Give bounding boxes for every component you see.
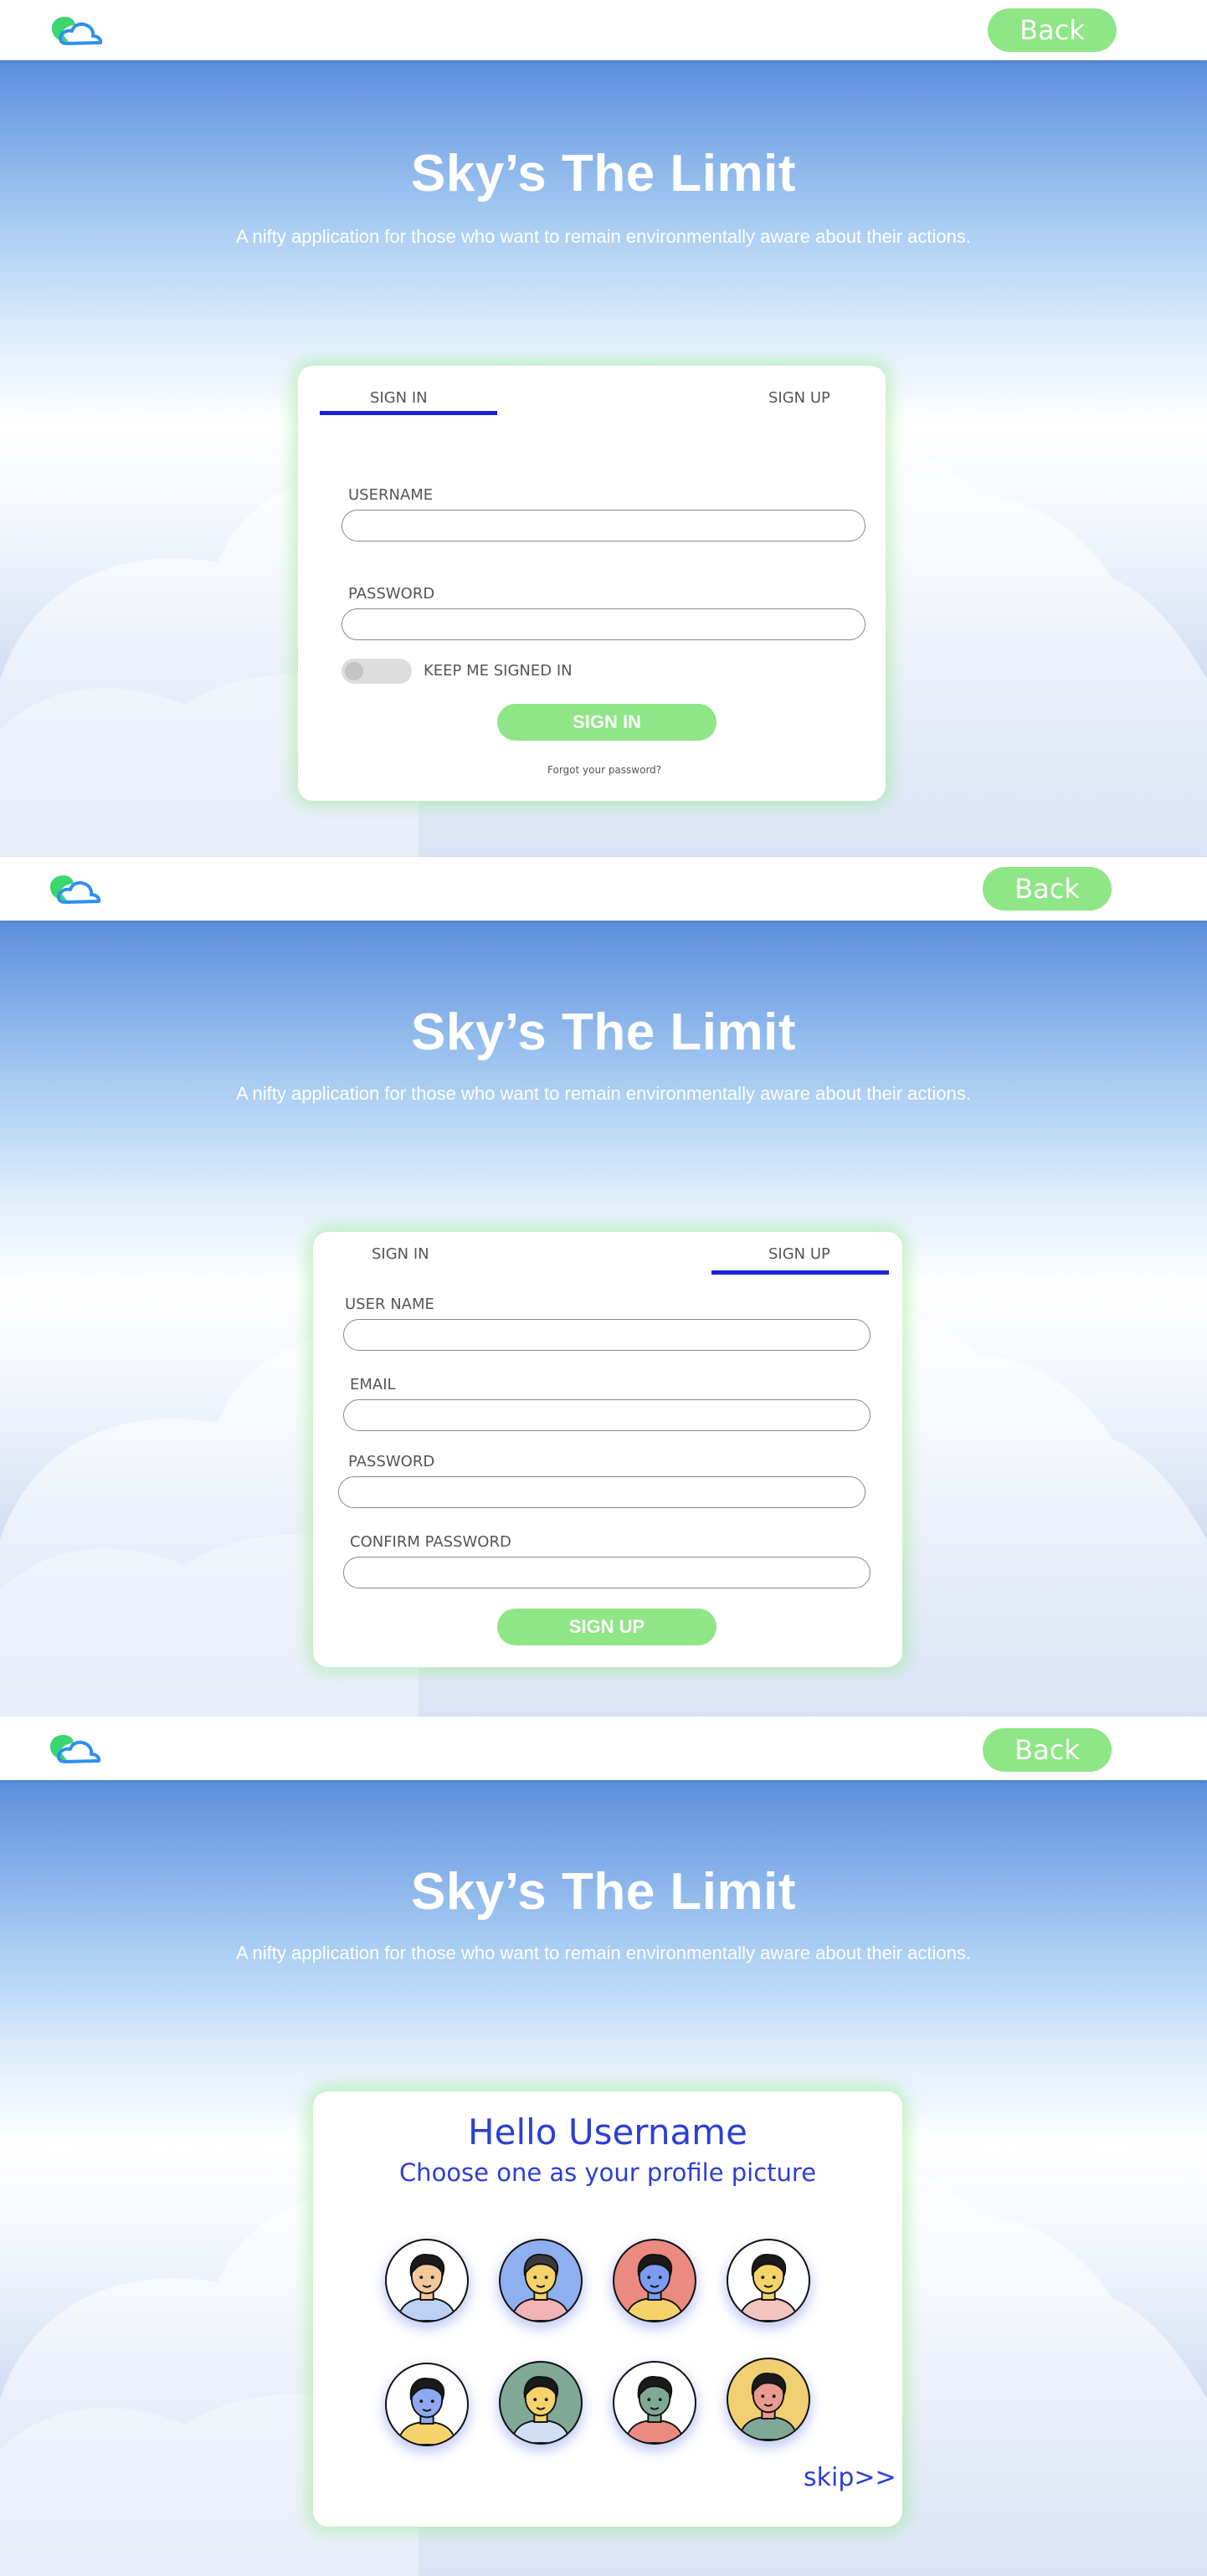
tab-sign-in[interactable]: SIGN IN (372, 1245, 429, 1263)
man-with-glasses-avatar-icon[interactable] (499, 2239, 583, 2322)
password-label: PASSWORD (348, 1453, 435, 1470)
woman-earrings-avatar-icon[interactable] (499, 2361, 583, 2445)
tab-sign-in[interactable]: SIGN IN (370, 389, 428, 407)
signin-screen: Back Sky’s The Limit A nifty application… (0, 0, 1207, 857)
leaf-cloud-logo-icon[interactable] (50, 13, 104, 47)
woman-long-hair-avatar-icon[interactable] (727, 2358, 810, 2441)
tab-sign-up[interactable]: SIGN UP (768, 389, 830, 407)
hero-background: Sky’s The Limit A nifty application for … (0, 1780, 1207, 2576)
signin-card: SIGN IN SIGN UP USERNAME PASSWORD KEEP M… (298, 366, 886, 801)
hero-background: Sky’s The Limit A nifty application for … (0, 60, 1207, 857)
avatar-card: Hello Username Choose one as your profil… (313, 2091, 902, 2527)
username-label: USERNAME (348, 486, 434, 504)
email-field[interactable] (343, 1399, 871, 1431)
confirm-password-label: CONFIRM PASSWORD (350, 1533, 511, 1551)
bearded-man-avatar-icon[interactable] (385, 2239, 469, 2322)
hero-background: Sky’s The Limit A nifty application for … (0, 921, 1207, 1716)
password-field[interactable] (338, 1476, 865, 1508)
username-field[interactable] (343, 1319, 871, 1351)
username-label: USER NAME (345, 1296, 434, 1313)
top-bar: Back (0, 857, 1207, 921)
toggle-knob (345, 662, 363, 680)
top-bar: Back (0, 0, 1207, 60)
leaf-cloud-logo-icon[interactable] (49, 872, 102, 906)
tab-active-underline (711, 1270, 889, 1275)
woman-short-hair-avatar-icon[interactable] (613, 2361, 696, 2445)
keep-signed-in-label: KEEP ME SIGNED IN (424, 662, 573, 680)
page-title: Sky’s The Limit (411, 145, 796, 203)
email-label: EMAIL (350, 1376, 396, 1393)
forgot-password-link[interactable]: Forgot your password? (547, 764, 661, 776)
skip-link[interactable]: skip>> (804, 2463, 896, 2492)
password-field[interactable] (342, 608, 865, 640)
tab-active-underline (320, 411, 497, 415)
page-title: Sky’s The Limit (411, 1863, 796, 1921)
choose-avatar-prompt: Choose one as your profile picture (398, 2158, 817, 2187)
keep-signed-in-toggle[interactable] (342, 659, 412, 684)
page-subtitle: A nifty application for those who want t… (235, 226, 972, 247)
page-subtitle: A nifty application for those who want t… (235, 1083, 972, 1104)
man-curly-hair-avatar-icon[interactable] (727, 2239, 810, 2322)
top-bar: Back (0, 1716, 1207, 1780)
back-button[interactable]: Back (983, 867, 1112, 911)
signup-screen: Back Sky’s The Limit A nifty application… (0, 857, 1207, 1716)
tab-sign-up[interactable]: SIGN UP (768, 1245, 830, 1263)
page-title: Sky’s The Limit (411, 1003, 796, 1061)
leaf-cloud-logo-icon[interactable] (49, 1732, 102, 1765)
page-subtitle: A nifty application for those who want t… (235, 1942, 972, 1963)
greeting-heading: Hello Username (468, 2112, 747, 2153)
signup-card: SIGN IN SIGN UP USER NAME EMAIL PASSWORD… (313, 1232, 902, 1667)
password-label: PASSWORD (348, 585, 435, 603)
back-button[interactable]: Back (988, 8, 1117, 52)
username-field[interactable] (342, 510, 865, 541)
sign-up-button[interactable]: SIGN UP (497, 1609, 716, 1645)
avatar-screen: Back Sky’s The Limit A nifty application… (0, 1716, 1207, 2576)
woman-bun-avatar-icon[interactable] (385, 2363, 469, 2446)
sign-in-button[interactable]: SIGN IN (497, 704, 716, 741)
woman-ponytail-avatar-icon[interactable] (613, 2239, 696, 2322)
back-button[interactable]: Back (983, 1728, 1112, 1772)
confirm-password-field[interactable] (343, 1557, 871, 1588)
